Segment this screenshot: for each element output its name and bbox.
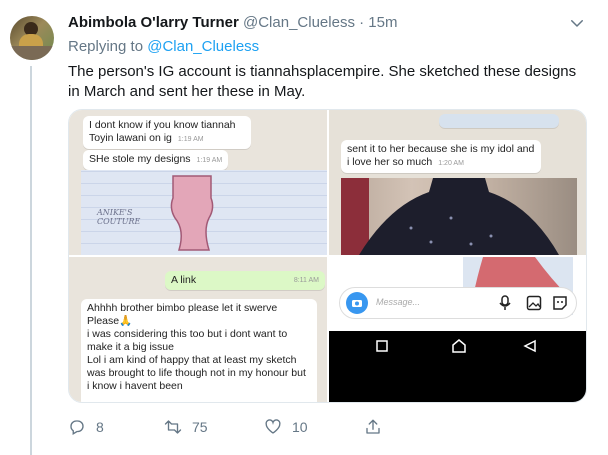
- like-button[interactable]: 10: [264, 418, 308, 436]
- retweet-button[interactable]: 75: [164, 418, 208, 436]
- like-count: 10: [292, 419, 308, 435]
- message-placeholder: Message...: [376, 297, 421, 307]
- overview-square-icon[interactable]: [375, 339, 389, 353]
- chat-time: 1:19 AM: [196, 157, 223, 164]
- media-image-4[interactable]: Message...: [329, 257, 586, 402]
- tweet-header: Abimbola O'larry Turner @Clan_Clueless ·…: [68, 14, 397, 31]
- share-button[interactable]: [364, 418, 382, 436]
- sketch-text: ANIKE'S COUTURE: [97, 208, 141, 226]
- camera-icon[interactable]: [346, 292, 368, 314]
- separator-dot: ·: [359, 14, 365, 31]
- back-triangle-icon[interactable]: [523, 339, 537, 353]
- share-icon: [366, 419, 380, 434]
- partial-sketch: [439, 114, 559, 128]
- media-image-1[interactable]: I dont know if you know tiannah Toyin la…: [69, 110, 327, 255]
- replying-to-prefix: Replying to: [68, 38, 144, 55]
- tweet-text: The person's IG account is tiannahsplace…: [68, 63, 577, 100]
- black-dress-icon: [341, 178, 559, 255]
- home-icon[interactable]: [451, 338, 467, 354]
- reply-icon: [70, 420, 84, 435]
- chat-time: 1:20 AM: [438, 160, 464, 167]
- media-image-3[interactable]: A link 8:11 AM Ahhhh brother bimbo please…: [69, 257, 327, 402]
- author-name[interactable]: Abimbola O'larry Turner: [68, 14, 239, 31]
- reply-count: 8: [96, 419, 104, 435]
- retweet-count: 75: [192, 419, 208, 435]
- replying-to-line: Replying to @Clan_Clueless: [68, 38, 259, 55]
- sketch-photo: ANIKE'S COUTURE: [81, 170, 327, 255]
- media-grid[interactable]: I dont know if you know tiannah Toyin la…: [68, 109, 587, 403]
- tweet-actions: 8 75 10: [68, 418, 388, 440]
- avatar-background: [10, 46, 54, 60]
- chat-message: Ahhhh brother bimbo please let it swerve: [87, 302, 278, 314]
- chat-message: Please🙏: [87, 315, 133, 327]
- chat-time: 8:11 AM: [293, 277, 319, 284]
- heart-icon: [265, 419, 281, 434]
- message-input[interactable]: Message...: [339, 287, 577, 319]
- chat-bubble: I dont know if you know tiannah Toyin la…: [83, 116, 251, 149]
- tweet-time[interactable]: 15m: [368, 14, 397, 31]
- chat-bubble-sent: A link 8:11 AM: [165, 271, 325, 290]
- author-handle[interactable]: @Clan_Clueless: [243, 14, 355, 31]
- chat-bubble: sent it to her because she is my idol an…: [341, 140, 541, 173]
- chat-bubble: Ahhhh brother bimbo please let it swerve…: [81, 299, 317, 402]
- replying-to-link[interactable]: @Clan_Clueless: [147, 38, 259, 55]
- chat-message: SHe stole my designs: [89, 153, 191, 165]
- retweet-icon: [164, 420, 182, 434]
- chevron-down-icon[interactable]: [568, 14, 586, 32]
- microphone-icon[interactable]: [498, 295, 512, 311]
- gallery-icon[interactable]: [526, 295, 542, 311]
- media-image-2[interactable]: sent it to her because she is my idol an…: [329, 110, 586, 255]
- chat-message: I dont know if you know tiannah Toyin la…: [89, 119, 236, 144]
- sticker-icon[interactable]: [552, 295, 568, 311]
- reply-button[interactable]: 8: [68, 418, 104, 436]
- chat-time: 1:19 AM: [177, 136, 204, 143]
- avatar[interactable]: [10, 16, 54, 60]
- dress-sketch-icon: [170, 175, 214, 251]
- chat-message: Lol i am kind of happy that at least my …: [87, 354, 306, 392]
- chat-message: i was considering this too but i dont wa…: [87, 328, 288, 353]
- thread-line: [30, 66, 32, 455]
- chat-bubble: SHe stole my designs 1:19 AM: [83, 150, 229, 170]
- dress-photo: [341, 178, 577, 255]
- android-nav-bar: [329, 331, 586, 402]
- chat-message: A link: [171, 274, 197, 286]
